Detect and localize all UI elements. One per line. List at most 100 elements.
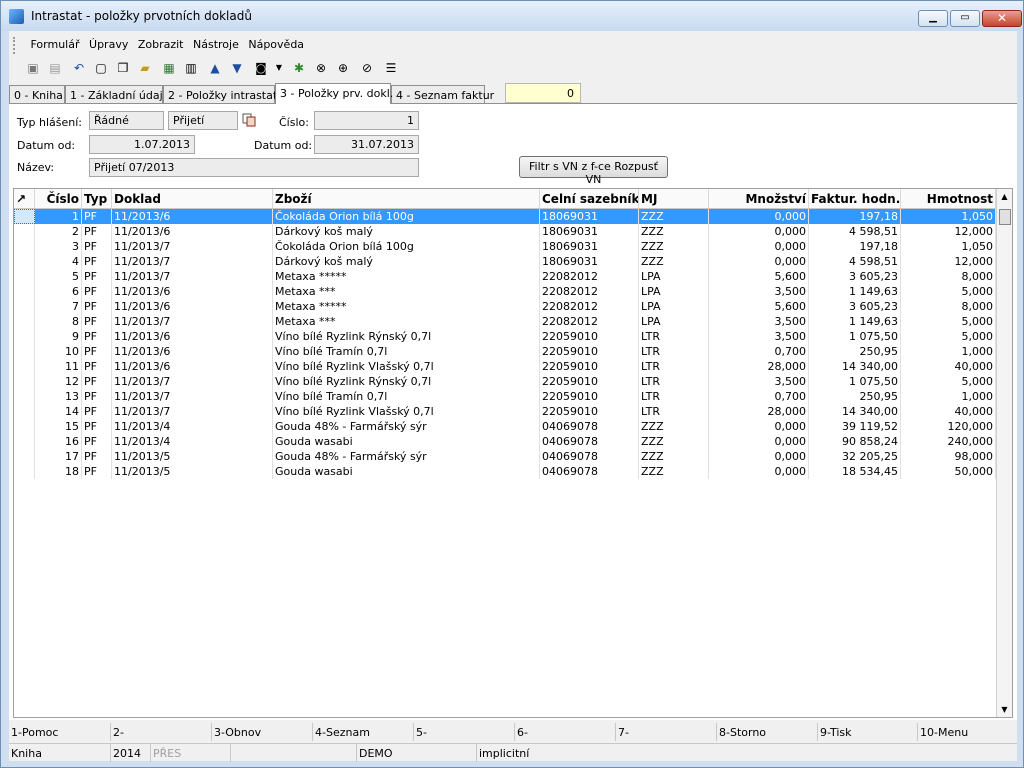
cell-cislo[interactable]: 15	[35, 419, 82, 434]
cell-doklad[interactable]: 11/2013/7	[112, 374, 273, 389]
cell-typ[interactable]: PF	[82, 239, 112, 254]
cell-faktur-hodn[interactable]: 250,95	[809, 344, 901, 359]
table-row[interactable]: 7 PF 11/2013/6 Metaxa ***** 22082012 LPA 5,600…	[14, 299, 996, 314]
menu-zobrazit[interactable]: Zobrazit	[135, 35, 187, 51]
close-button[interactable]: ✕	[982, 10, 1022, 27]
fkey-6[interactable]: 6-	[514, 723, 615, 741]
cell-hmotnost[interactable]: 12,000	[901, 224, 996, 239]
cell-typ[interactable]: PF	[82, 359, 112, 374]
cell-zbozi[interactable]: Čokoláda Orion bílá 100g	[273, 209, 540, 224]
row-indicator[interactable]	[14, 299, 35, 314]
cell-typ[interactable]: PF	[82, 209, 112, 224]
row-indicator[interactable]	[14, 464, 35, 479]
cell-faktur-hodn[interactable]: 250,95	[809, 389, 901, 404]
cell-mj[interactable]: LTR	[639, 389, 709, 404]
cell-faktur-hodn[interactable]: 4 598,51	[809, 254, 901, 269]
cell-mnozstvi[interactable]: 0,700	[709, 344, 809, 359]
cell-typ[interactable]: PF	[82, 374, 112, 389]
cell-celni-sazebnik[interactable]: 22082012	[540, 269, 639, 284]
cell-cislo[interactable]: 5	[35, 269, 82, 284]
row-indicator[interactable]	[14, 389, 35, 404]
row-indicator[interactable]	[14, 314, 35, 329]
cell-hmotnost[interactable]: 1,000	[901, 344, 996, 359]
cell-faktur-hodn[interactable]: 1 075,50	[809, 329, 901, 344]
cell-cislo[interactable]: 13	[35, 389, 82, 404]
copy-record-icon[interactable]: ❐	[115, 60, 131, 76]
cell-cislo[interactable]: 16	[35, 434, 82, 449]
cell-zbozi[interactable]: Víno bílé Tramín 0,7l	[273, 389, 540, 404]
cell-mnozstvi[interactable]: 3,500	[709, 284, 809, 299]
table-row[interactable]: 2 PF 11/2013/6 Dárkový koš malý 18069031 ZZZ 0…	[14, 224, 996, 239]
col-zbozi[interactable]: Zboží	[273, 189, 540, 208]
cell-celni-sazebnik[interactable]: 22059010	[540, 329, 639, 344]
cell-hmotnost[interactable]: 8,000	[901, 299, 996, 314]
col-celni-sazebnik[interactable]: Celní sazebník	[540, 189, 639, 208]
row-indicator[interactable]	[14, 209, 35, 224]
cell-mj[interactable]: ZZZ	[639, 464, 709, 479]
cell-typ[interactable]: PF	[82, 224, 112, 239]
cell-doklad[interactable]: 11/2013/7	[112, 254, 273, 269]
table-row[interactable]: 17 PF 11/2013/5 Gouda 48% - Farmářský sýr 04…	[14, 449, 996, 464]
cell-celni-sazebnik[interactable]: 22059010	[540, 404, 639, 419]
fkey-2[interactable]: 2-	[110, 723, 211, 741]
cell-hmotnost[interactable]: 5,000	[901, 314, 996, 329]
cell-faktur-hodn[interactable]: 90 858,24	[809, 434, 901, 449]
cell-doklad[interactable]: 11/2013/5	[112, 449, 273, 464]
fkey-10[interactable]: 10-Menu	[917, 723, 1017, 741]
cell-zbozi[interactable]: Metaxa ***	[273, 284, 540, 299]
cell-celni-sazebnik[interactable]: 18069031	[540, 224, 639, 239]
cell-zbozi[interactable]: Víno bílé Ryzlink Vlašský 0,7l	[273, 404, 540, 419]
binoculars-icon[interactable]: ⊗	[313, 60, 329, 76]
cell-celni-sazebnik[interactable]: 04069078	[540, 434, 639, 449]
table-row[interactable]: 8 PF 11/2013/7 Metaxa *** 22082012 LPA 3,500 1 …	[14, 314, 996, 329]
cell-typ[interactable]: PF	[82, 464, 112, 479]
cell-celni-sazebnik[interactable]: 22059010	[540, 359, 639, 374]
cell-mnozstvi[interactable]: 3,500	[709, 314, 809, 329]
cell-faktur-hodn[interactable]: 18 534,45	[809, 464, 901, 479]
cell-mj[interactable]: ZZZ	[639, 209, 709, 224]
cell-celni-sazebnik[interactable]: 18069031	[540, 209, 639, 224]
cell-typ[interactable]: PF	[82, 344, 112, 359]
cell-faktur-hodn[interactable]: 14 340,00	[809, 404, 901, 419]
menu-upravy[interactable]: Úpravy	[86, 35, 131, 51]
tab-seznam-faktur[interactable]: 4 - Seznam faktur	[391, 85, 494, 103]
typ-hlaseni-field[interactable]: Řádné	[89, 111, 164, 130]
cell-zbozi[interactable]: Gouda 48% - Farmářský sýr	[273, 419, 540, 434]
cell-zbozi[interactable]: Dárkový koš malý	[273, 254, 540, 269]
nazev-field[interactable]: Přijetí 07/2013	[89, 158, 419, 177]
undo-icon[interactable]: ↶	[71, 60, 87, 76]
cell-typ[interactable]: PF	[82, 254, 112, 269]
row-indicator[interactable]	[14, 224, 35, 239]
row-indicator[interactable]	[14, 254, 35, 269]
cell-zbozi[interactable]: Metaxa *****	[273, 299, 540, 314]
new-record-icon[interactable]: ▢	[93, 60, 109, 76]
cell-zbozi[interactable]: Gouda wasabi	[273, 464, 540, 479]
cell-cislo[interactable]: 4	[35, 254, 82, 269]
cell-mnozstvi[interactable]: 28,000	[709, 359, 809, 374]
cell-mj[interactable]: LTR	[639, 329, 709, 344]
tab-polozky-intrastatu[interactable]: 2 - Položky intrastatu	[163, 85, 284, 103]
cell-faktur-hodn[interactable]: 14 340,00	[809, 359, 901, 374]
cell-hmotnost[interactable]: 1,050	[901, 239, 996, 254]
cell-cislo[interactable]: 12	[35, 374, 82, 389]
cell-mnozstvi[interactable]: 0,000	[709, 239, 809, 254]
col-typ[interactable]: Typ	[82, 189, 112, 208]
cell-mnozstvi[interactable]: 0,000	[709, 209, 809, 224]
vertical-scrollbar[interactable]: ▲ ▼	[996, 189, 1012, 717]
dropdown-arrow-icon[interactable]: ▼	[271, 60, 287, 76]
list-icon[interactable]: ☰	[383, 60, 399, 76]
col-hmotnost[interactable]: Hmotnost	[901, 189, 996, 208]
table-row[interactable]: 11 PF 11/2013/6 Víno bílé Ryzlink Vlašský 0…	[14, 359, 996, 374]
cell-faktur-hodn[interactable]: 32 205,25	[809, 449, 901, 464]
cell-typ[interactable]: PF	[82, 404, 112, 419]
camera-icon[interactable]: ◙	[253, 60, 269, 76]
row-indicator[interactable]	[14, 374, 35, 389]
cell-typ[interactable]: PF	[82, 449, 112, 464]
cell-cislo[interactable]: 9	[35, 329, 82, 344]
fkey-4[interactable]: 4-Seznam	[312, 723, 413, 741]
table-row[interactable]: 18 PF 11/2013/5 Gouda wasabi 04069078 ZZZ 0,00…	[14, 464, 996, 479]
scroll-down-icon[interactable]: ▼	[997, 702, 1012, 717]
cell-doklad[interactable]: 11/2013/6	[112, 344, 273, 359]
table-row[interactable]: 6 PF 11/2013/6 Metaxa *** 22082012 LPA 3,500 1 …	[14, 284, 996, 299]
row-indicator[interactable]	[14, 269, 35, 284]
